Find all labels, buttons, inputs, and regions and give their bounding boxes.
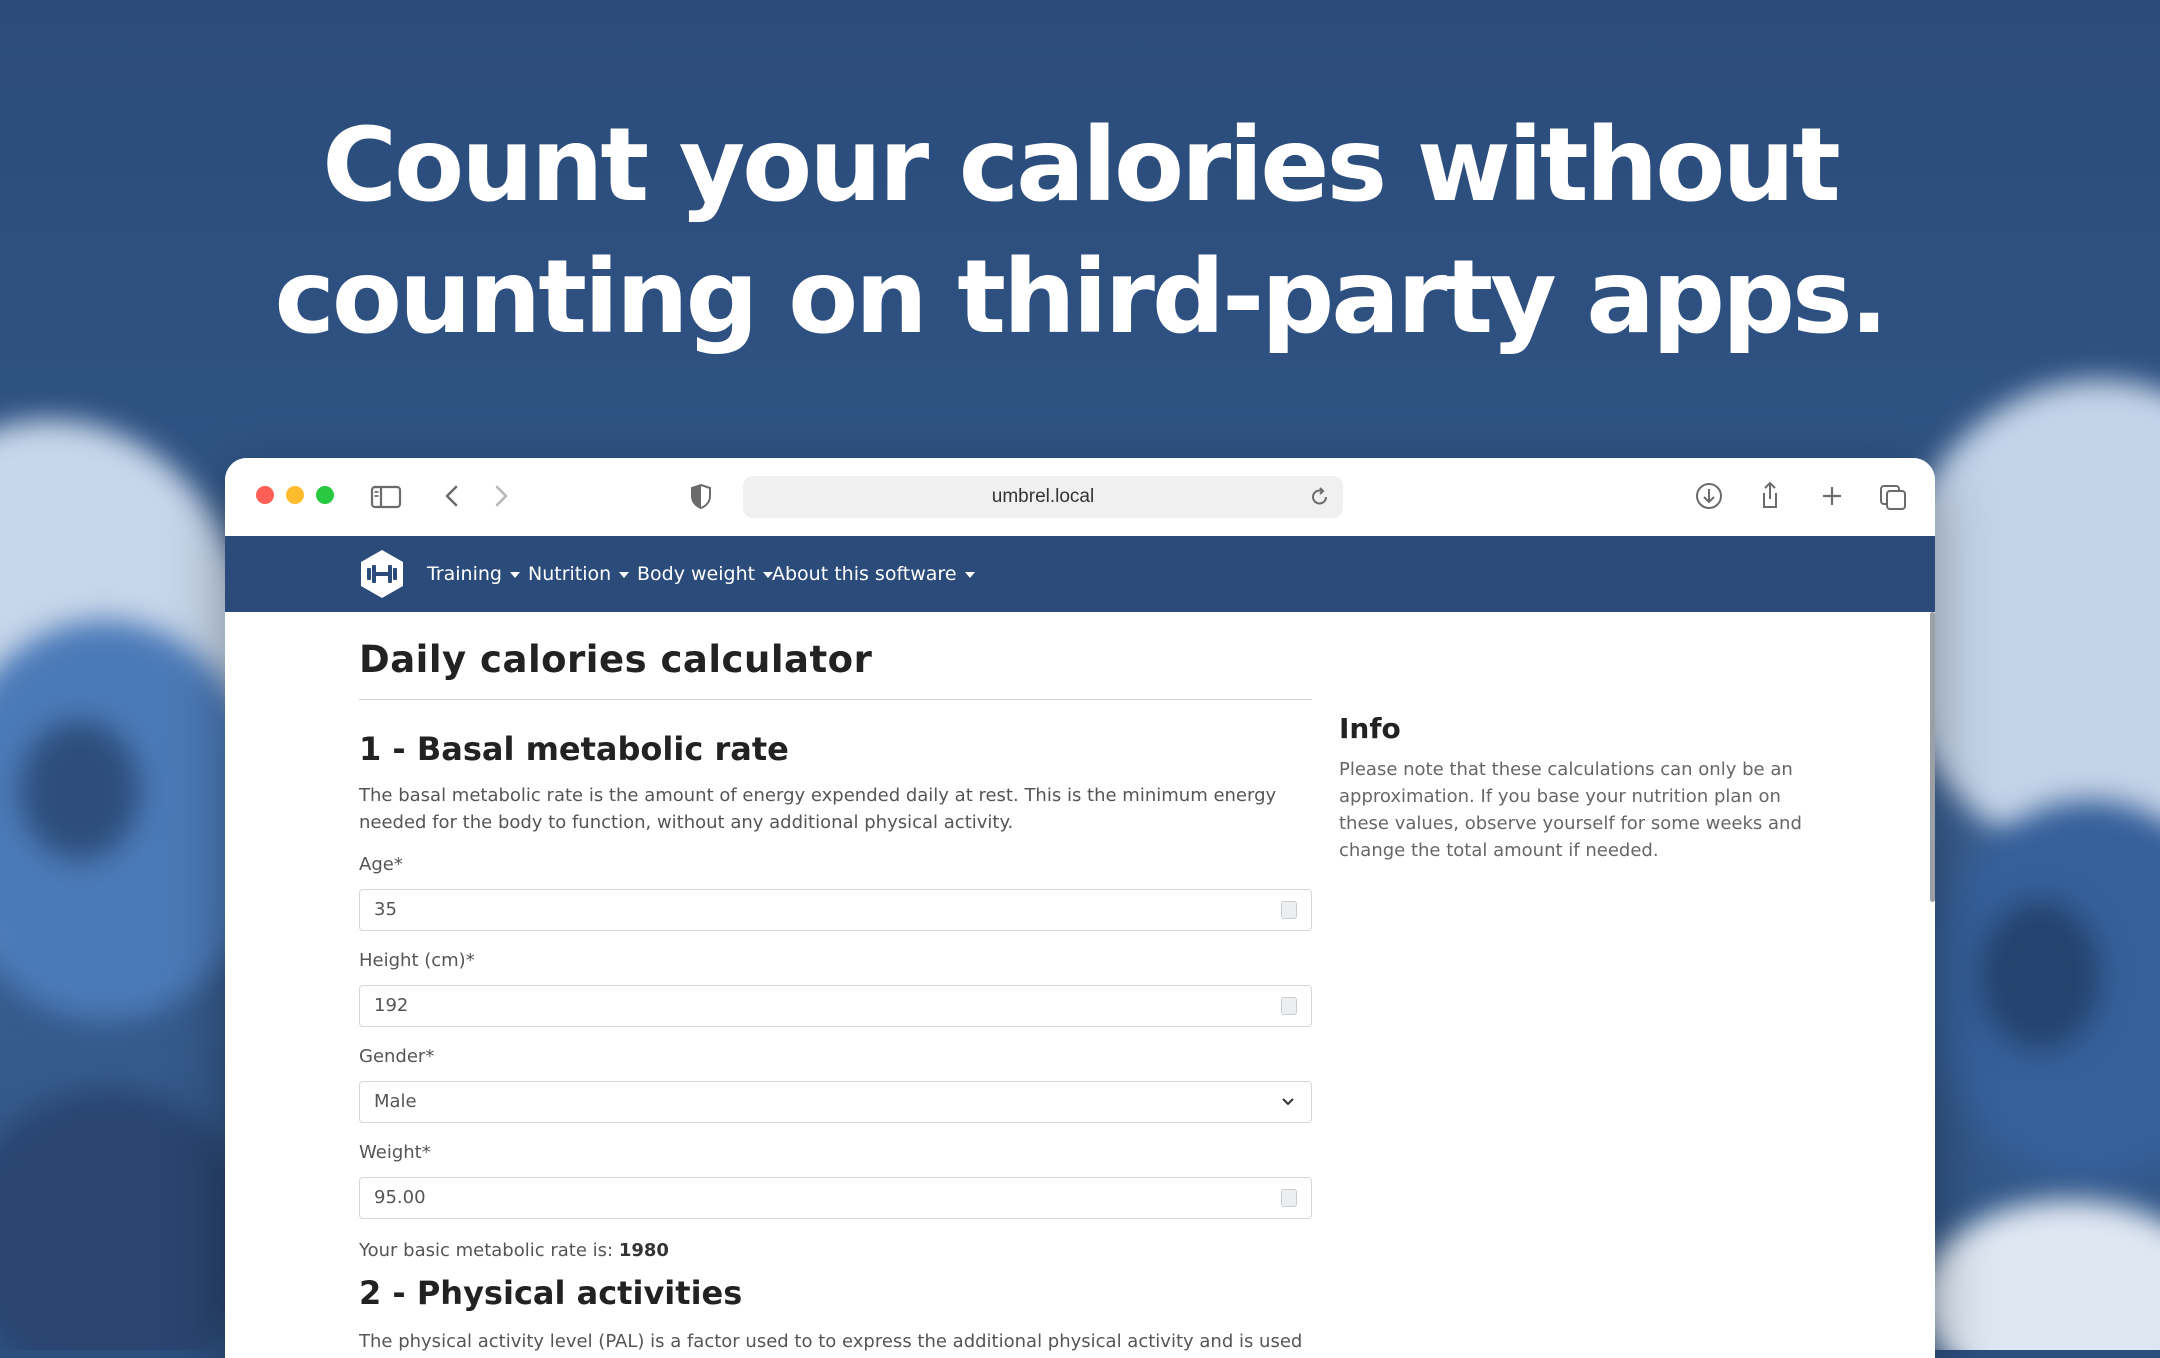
plus-icon[interactable] xyxy=(1817,476,1847,521)
headline-line-2: counting on third-party apps. xyxy=(274,238,1888,357)
weight-input[interactable]: 95.00 xyxy=(359,1177,1312,1219)
section-description-bmr: The basal metabolic rate is the amount o… xyxy=(359,785,1277,833)
section-description-activities: The physical activity level (PAL) is a f… xyxy=(359,1331,1303,1352)
dumbbell-logo-icon[interactable] xyxy=(358,549,406,604)
height-input[interactable]: 192 xyxy=(359,985,1312,1027)
height-value: 192 xyxy=(374,995,409,1016)
chevron-down-icon xyxy=(1279,1094,1297,1115)
close-window-button[interactable] xyxy=(256,486,274,504)
url-text: umbrel.local xyxy=(991,486,1095,507)
browser-window: umbrel.local Training Nutrition Body wei… xyxy=(225,458,1935,1358)
bmr-result-prefix: Your basic metabolic rate is: xyxy=(359,1240,614,1261)
section-heading-bmr: 1 - Basal metabolic rate xyxy=(359,730,789,768)
info-heading: Info xyxy=(1339,712,1401,745)
share-icon[interactable] xyxy=(1755,476,1785,521)
scrollbar[interactable] xyxy=(1930,612,1935,902)
download-icon[interactable] xyxy=(1693,476,1725,521)
sidebar-icon[interactable] xyxy=(370,476,402,521)
caret-down-icon xyxy=(619,571,630,578)
shield-icon[interactable] xyxy=(688,476,714,521)
address-bar[interactable]: umbrel.local xyxy=(743,476,1343,518)
nav-body-weight[interactable]: Body weight xyxy=(637,536,774,612)
nav-about-label: About this software xyxy=(772,563,957,585)
bmr-result-value: 1980 xyxy=(618,1240,669,1261)
age-value: 35 xyxy=(374,899,397,920)
tabs-icon[interactable] xyxy=(1877,476,1909,521)
page-title: Daily calories calculator xyxy=(359,638,873,681)
minimize-window-button[interactable] xyxy=(286,486,304,504)
caret-down-icon xyxy=(509,571,520,578)
age-input[interactable]: 35 xyxy=(359,889,1312,931)
weight-label: Weight* xyxy=(359,1142,431,1163)
gender-select[interactable]: Male xyxy=(359,1081,1312,1123)
nav-nutrition-label: Nutrition xyxy=(528,563,612,585)
nav-nutrition[interactable]: Nutrition xyxy=(528,536,630,612)
height-label: Height (cm)* xyxy=(359,950,475,971)
nav-training[interactable]: Training xyxy=(427,536,520,612)
age-label: Age* xyxy=(359,854,403,875)
back-icon[interactable] xyxy=(440,476,464,521)
title-divider xyxy=(359,699,1312,700)
page-content: Daily calories calculator 1 - Basal meta… xyxy=(225,612,1935,1358)
gender-value: Male xyxy=(374,1091,417,1112)
number-spinner-icon[interactable] xyxy=(1281,901,1297,919)
zoom-window-button[interactable] xyxy=(316,486,334,504)
weight-value: 95.00 xyxy=(374,1187,426,1208)
bmr-result: Your basic metabolic rate is: 1980 xyxy=(359,1240,669,1261)
hero-headline: Count your calories without counting on … xyxy=(0,100,2160,364)
gender-label: Gender* xyxy=(359,1046,435,1067)
browser-toolbar: umbrel.local xyxy=(225,458,1935,536)
info-text: Please note that these calculations can … xyxy=(1339,759,1802,861)
headline-line-1: Count your calories without xyxy=(322,106,1840,225)
number-spinner-icon[interactable] xyxy=(1281,1189,1297,1207)
nav-about[interactable]: About this software xyxy=(772,536,975,612)
reload-icon[interactable] xyxy=(1309,485,1331,514)
forward-icon[interactable] xyxy=(489,476,513,521)
nav-body-weight-label: Body weight xyxy=(637,563,756,585)
section-heading-activities: 2 - Physical activities xyxy=(359,1274,743,1312)
number-spinner-icon[interactable] xyxy=(1281,997,1297,1015)
app-navbar: Training Nutrition Body weight About thi… xyxy=(225,536,1935,612)
caret-down-icon xyxy=(964,571,975,578)
nav-training-label: Training xyxy=(427,563,502,585)
